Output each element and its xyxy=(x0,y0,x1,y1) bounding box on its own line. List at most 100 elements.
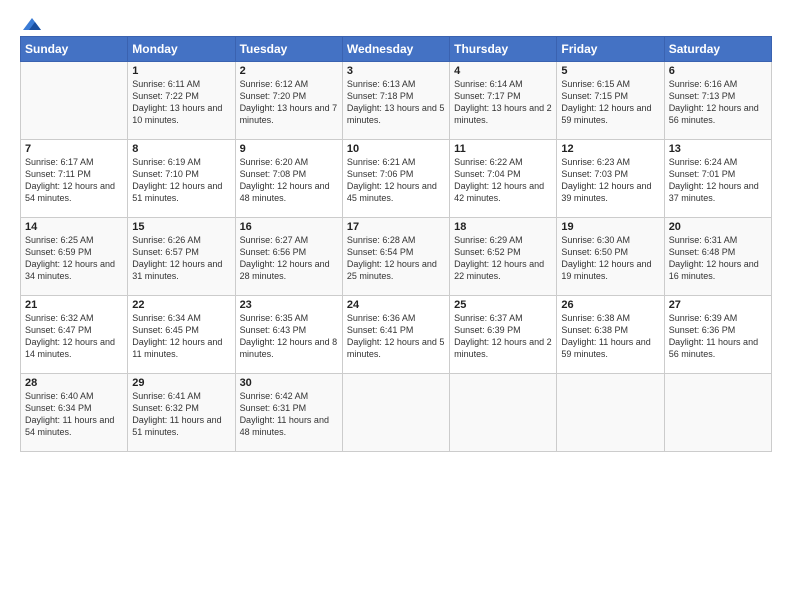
day-number: 28 xyxy=(25,377,123,389)
calendar-cell: 4Sunrise: 6:14 AMSunset: 7:17 PMDaylight… xyxy=(450,62,557,140)
calendar-cell: 17Sunrise: 6:28 AMSunset: 6:54 PMDayligh… xyxy=(342,218,449,296)
col-saturday: Saturday xyxy=(664,37,771,62)
calendar-cell: 25Sunrise: 6:37 AMSunset: 6:39 PMDayligh… xyxy=(450,296,557,374)
col-sunday: Sunday xyxy=(21,37,128,62)
calendar-cell xyxy=(557,374,664,452)
calendar-cell: 14Sunrise: 6:25 AMSunset: 6:59 PMDayligh… xyxy=(21,218,128,296)
day-number: 11 xyxy=(454,143,552,155)
day-number: 6 xyxy=(669,65,767,77)
day-number: 3 xyxy=(347,65,445,77)
day-number: 5 xyxy=(561,65,659,77)
day-number: 14 xyxy=(25,221,123,233)
calendar-cell: 22Sunrise: 6:34 AMSunset: 6:45 PMDayligh… xyxy=(128,296,235,374)
cell-info: Sunrise: 6:11 AMSunset: 7:22 PMDaylight:… xyxy=(132,78,230,127)
calendar-cell: 21Sunrise: 6:32 AMSunset: 6:47 PMDayligh… xyxy=(21,296,128,374)
calendar-week-row: 21Sunrise: 6:32 AMSunset: 6:47 PMDayligh… xyxy=(21,296,772,374)
cell-info: Sunrise: 6:37 AMSunset: 6:39 PMDaylight:… xyxy=(454,312,552,361)
calendar-cell: 8Sunrise: 6:19 AMSunset: 7:10 PMDaylight… xyxy=(128,140,235,218)
day-number: 12 xyxy=(561,143,659,155)
calendar-cell: 24Sunrise: 6:36 AMSunset: 6:41 PMDayligh… xyxy=(342,296,449,374)
cell-info: Sunrise: 6:15 AMSunset: 7:15 PMDaylight:… xyxy=(561,78,659,127)
calendar-cell xyxy=(664,374,771,452)
day-number: 26 xyxy=(561,299,659,311)
day-number: 13 xyxy=(669,143,767,155)
calendar-cell: 19Sunrise: 6:30 AMSunset: 6:50 PMDayligh… xyxy=(557,218,664,296)
day-number: 8 xyxy=(132,143,230,155)
calendar-cell: 23Sunrise: 6:35 AMSunset: 6:43 PMDayligh… xyxy=(235,296,342,374)
day-number: 15 xyxy=(132,221,230,233)
cell-info: Sunrise: 6:26 AMSunset: 6:57 PMDaylight:… xyxy=(132,234,230,283)
calendar-cell: 13Sunrise: 6:24 AMSunset: 7:01 PMDayligh… xyxy=(664,140,771,218)
calendar-cell: 20Sunrise: 6:31 AMSunset: 6:48 PMDayligh… xyxy=(664,218,771,296)
calendar-cell: 5Sunrise: 6:15 AMSunset: 7:15 PMDaylight… xyxy=(557,62,664,140)
calendar-cell xyxy=(342,374,449,452)
calendar-week-row: 7Sunrise: 6:17 AMSunset: 7:11 PMDaylight… xyxy=(21,140,772,218)
header xyxy=(20,16,772,28)
day-number: 20 xyxy=(669,221,767,233)
calendar-cell xyxy=(21,62,128,140)
cell-info: Sunrise: 6:17 AMSunset: 7:11 PMDaylight:… xyxy=(25,156,123,205)
calendar-cell: 3Sunrise: 6:13 AMSunset: 7:18 PMDaylight… xyxy=(342,62,449,140)
cell-info: Sunrise: 6:20 AMSunset: 7:08 PMDaylight:… xyxy=(240,156,338,205)
day-number: 19 xyxy=(561,221,659,233)
day-number: 16 xyxy=(240,221,338,233)
day-number: 17 xyxy=(347,221,445,233)
cell-info: Sunrise: 6:30 AMSunset: 6:50 PMDaylight:… xyxy=(561,234,659,283)
day-number: 21 xyxy=(25,299,123,311)
calendar-cell: 18Sunrise: 6:29 AMSunset: 6:52 PMDayligh… xyxy=(450,218,557,296)
col-monday: Monday xyxy=(128,37,235,62)
day-number: 1 xyxy=(132,65,230,77)
cell-info: Sunrise: 6:13 AMSunset: 7:18 PMDaylight:… xyxy=(347,78,445,127)
calendar-week-row: 28Sunrise: 6:40 AMSunset: 6:34 PMDayligh… xyxy=(21,374,772,452)
col-wednesday: Wednesday xyxy=(342,37,449,62)
day-number: 30 xyxy=(240,377,338,389)
cell-info: Sunrise: 6:12 AMSunset: 7:20 PMDaylight:… xyxy=(240,78,338,127)
cell-info: Sunrise: 6:42 AMSunset: 6:31 PMDaylight:… xyxy=(240,390,338,439)
day-number: 27 xyxy=(669,299,767,311)
calendar-cell: 11Sunrise: 6:22 AMSunset: 7:04 PMDayligh… xyxy=(450,140,557,218)
cell-info: Sunrise: 6:41 AMSunset: 6:32 PMDaylight:… xyxy=(132,390,230,439)
calendar-cell: 16Sunrise: 6:27 AMSunset: 6:56 PMDayligh… xyxy=(235,218,342,296)
calendar-cell: 1Sunrise: 6:11 AMSunset: 7:22 PMDaylight… xyxy=(128,62,235,140)
day-number: 10 xyxy=(347,143,445,155)
day-number: 9 xyxy=(240,143,338,155)
calendar: Sunday Monday Tuesday Wednesday Thursday… xyxy=(20,36,772,452)
cell-info: Sunrise: 6:35 AMSunset: 6:43 PMDaylight:… xyxy=(240,312,338,361)
day-number: 2 xyxy=(240,65,338,77)
day-number: 25 xyxy=(454,299,552,311)
cell-info: Sunrise: 6:28 AMSunset: 6:54 PMDaylight:… xyxy=(347,234,445,283)
calendar-cell: 9Sunrise: 6:20 AMSunset: 7:08 PMDaylight… xyxy=(235,140,342,218)
page: Sunday Monday Tuesday Wednesday Thursday… xyxy=(0,0,792,612)
calendar-cell: 29Sunrise: 6:41 AMSunset: 6:32 PMDayligh… xyxy=(128,374,235,452)
cell-info: Sunrise: 6:14 AMSunset: 7:17 PMDaylight:… xyxy=(454,78,552,127)
cell-info: Sunrise: 6:36 AMSunset: 6:41 PMDaylight:… xyxy=(347,312,445,361)
calendar-cell: 26Sunrise: 6:38 AMSunset: 6:38 PMDayligh… xyxy=(557,296,664,374)
col-friday: Friday xyxy=(557,37,664,62)
cell-info: Sunrise: 6:19 AMSunset: 7:10 PMDaylight:… xyxy=(132,156,230,205)
cell-info: Sunrise: 6:27 AMSunset: 6:56 PMDaylight:… xyxy=(240,234,338,283)
cell-info: Sunrise: 6:24 AMSunset: 7:01 PMDaylight:… xyxy=(669,156,767,205)
calendar-cell: 2Sunrise: 6:12 AMSunset: 7:20 PMDaylight… xyxy=(235,62,342,140)
day-number: 7 xyxy=(25,143,123,155)
col-thursday: Thursday xyxy=(450,37,557,62)
cell-info: Sunrise: 6:22 AMSunset: 7:04 PMDaylight:… xyxy=(454,156,552,205)
calendar-week-row: 1Sunrise: 6:11 AMSunset: 7:22 PMDaylight… xyxy=(21,62,772,140)
logo xyxy=(20,16,44,28)
calendar-cell: 27Sunrise: 6:39 AMSunset: 6:36 PMDayligh… xyxy=(664,296,771,374)
day-number: 29 xyxy=(132,377,230,389)
calendar-cell: 30Sunrise: 6:42 AMSunset: 6:31 PMDayligh… xyxy=(235,374,342,452)
cell-info: Sunrise: 6:31 AMSunset: 6:48 PMDaylight:… xyxy=(669,234,767,283)
calendar-cell: 15Sunrise: 6:26 AMSunset: 6:57 PMDayligh… xyxy=(128,218,235,296)
calendar-cell: 10Sunrise: 6:21 AMSunset: 7:06 PMDayligh… xyxy=(342,140,449,218)
cell-info: Sunrise: 6:25 AMSunset: 6:59 PMDaylight:… xyxy=(25,234,123,283)
day-number: 4 xyxy=(454,65,552,77)
cell-info: Sunrise: 6:34 AMSunset: 6:45 PMDaylight:… xyxy=(132,312,230,361)
day-number: 22 xyxy=(132,299,230,311)
day-number: 18 xyxy=(454,221,552,233)
logo-icon xyxy=(21,16,43,32)
calendar-week-row: 14Sunrise: 6:25 AMSunset: 6:59 PMDayligh… xyxy=(21,218,772,296)
cell-info: Sunrise: 6:39 AMSunset: 6:36 PMDaylight:… xyxy=(669,312,767,361)
calendar-header-row: Sunday Monday Tuesday Wednesday Thursday… xyxy=(21,37,772,62)
calendar-cell: 6Sunrise: 6:16 AMSunset: 7:13 PMDaylight… xyxy=(664,62,771,140)
day-number: 24 xyxy=(347,299,445,311)
